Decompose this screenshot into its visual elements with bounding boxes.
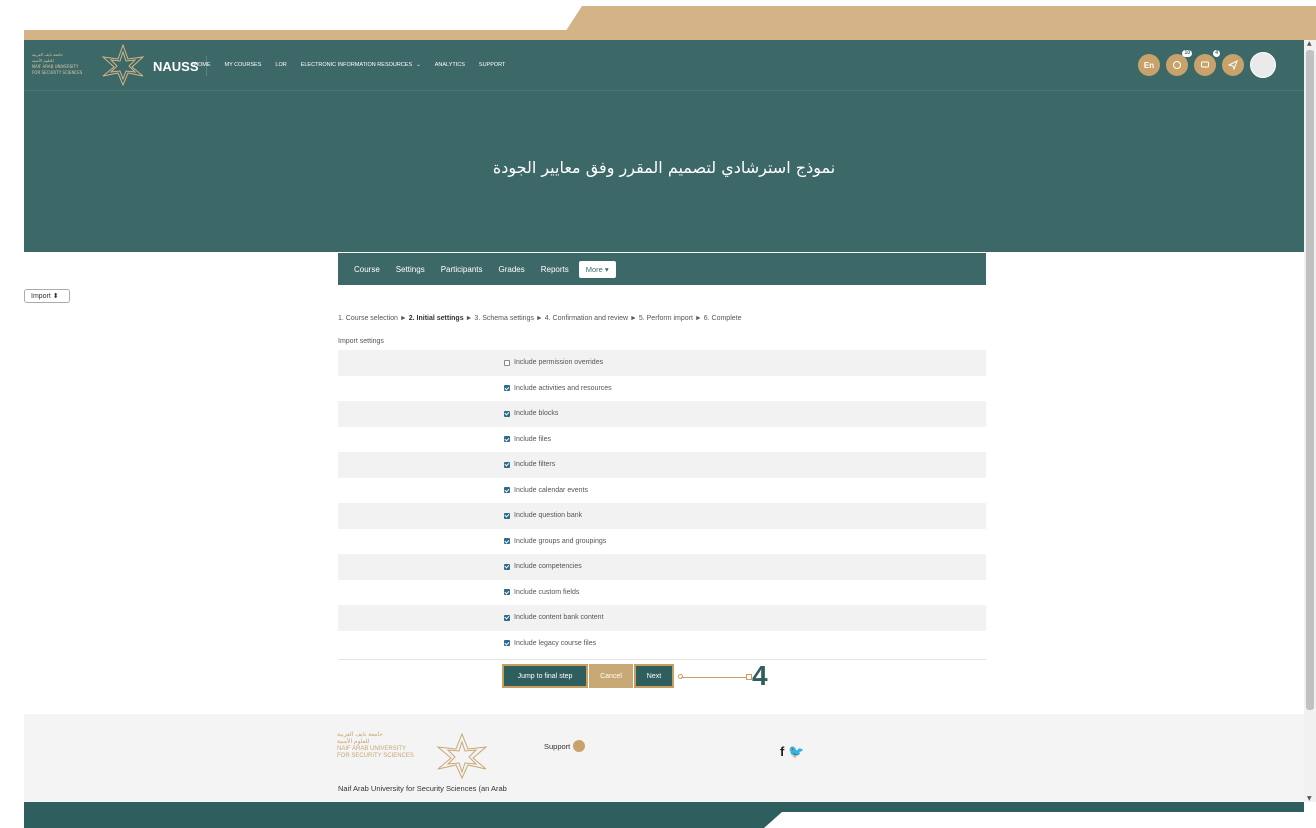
scroll-up-icon[interactable]: ▲ — [1307, 40, 1312, 47]
footer-support-link[interactable]: Support — [544, 740, 586, 752]
setting-checkbox[interactable] — [504, 538, 510, 545]
tab-reports[interactable]: Reports — [541, 265, 569, 274]
nav-electronic-resources[interactable]: ELECTRONIC INFORMATION RESOURCES ⌄ — [301, 62, 421, 68]
footer-university-name: Naif Arab University for Security Scienc… — [338, 784, 507, 793]
footer-logo: جامعة نايف العربية للعلوم الأمنية NAIF A… — [337, 732, 414, 759]
message-badge: 4 — [1213, 50, 1220, 57]
callout-line — [681, 677, 747, 678]
chat-icon[interactable]: 4 — [1194, 50, 1220, 76]
list-item: Include calendar events — [338, 478, 986, 504]
list-item: Include blocks — [338, 401, 986, 427]
navbar: جامعة نايف العربية للعلوم الأمنية NAIF A… — [24, 40, 1304, 91]
setting-checkbox[interactable] — [504, 563, 510, 570]
site-header: جامعة نايف العربية للعلوم الأمنية NAIF A… — [24, 40, 1304, 252]
list-item: Include custom fields — [338, 580, 986, 606]
list-item: Include question bank — [338, 503, 986, 529]
setting-checkbox[interactable] — [504, 589, 510, 596]
scrollbar[interactable]: ▲ ▼ — [1304, 40, 1316, 802]
bell-icon[interactable]: 10 — [1166, 50, 1192, 76]
setting-checkbox[interactable] — [504, 640, 510, 647]
list-item: Include activities and resources — [338, 376, 986, 402]
list-item: Include competencies — [338, 554, 986, 580]
list-item: Include content bank content — [338, 605, 986, 631]
next-button[interactable]: Next — [634, 664, 674, 688]
language-button[interactable]: En — [1138, 54, 1160, 76]
callout-number: 4 — [752, 660, 768, 691]
setting-checkbox[interactable] — [504, 461, 510, 468]
tab-participants[interactable]: Participants — [441, 265, 483, 274]
setting-checkbox[interactable] — [504, 410, 510, 417]
setting-checkbox[interactable] — [504, 487, 510, 494]
scroll-down-icon[interactable]: ▼ — [1307, 795, 1312, 802]
chevron-down-icon: ⌄ — [416, 62, 421, 68]
send-icon[interactable] — [1222, 54, 1244, 76]
setting-checkbox[interactable] — [504, 436, 510, 443]
star-emblem-icon — [436, 732, 488, 780]
tab-course[interactable]: Course — [354, 265, 380, 274]
setting-checkbox[interactable] — [504, 359, 510, 366]
course-nav: Course Settings Participants Grades Repo… — [338, 253, 986, 285]
top-decorative-strip — [0, 0, 1316, 40]
divider — [338, 659, 986, 660]
notification-badge: 10 — [1182, 50, 1192, 57]
avatar[interactable] — [1250, 52, 1276, 78]
list-item: Include filters — [338, 452, 986, 478]
social-links[interactable]: f 🐦 — [780, 744, 804, 760]
university-logo[interactable]: جامعة نايف العربية للعلوم الأمنية NAIF A… — [32, 44, 152, 86]
setting-checkbox[interactable] — [504, 385, 510, 392]
setting-checkbox[interactable] — [504, 614, 510, 621]
bottom-decorative-band — [24, 802, 1304, 828]
import-steps-breadcrumb: 1. Course selection ► 2. Initial setting… — [338, 315, 742, 322]
tab-settings[interactable]: Settings — [396, 265, 425, 274]
nav-home[interactable]: HOME — [194, 62, 211, 68]
star-emblem-icon — [101, 44, 145, 86]
form-actions: Jump to final step Cancel Next — [502, 664, 674, 688]
scrollbar-thumb[interactable] — [1306, 50, 1314, 710]
tab-more[interactable]: More ▾ — [578, 260, 616, 278]
nav-lor[interactable]: LOR — [275, 62, 286, 68]
current-step: 2. Initial settings — [408, 315, 464, 322]
list-item: Include legacy course files — [338, 631, 986, 657]
section-title: Import settings — [338, 338, 384, 345]
page-title: نموذج استرشادي لتصميم المقرر وفق معايير … — [492, 158, 836, 177]
nav-analytics[interactable]: ANALYTICS — [435, 62, 465, 68]
tab-grades[interactable]: Grades — [499, 265, 525, 274]
nav-support[interactable]: SUPPORT — [479, 62, 506, 68]
list-item: Include groups and groupings — [338, 529, 986, 555]
list-item: Include permission overrides — [338, 350, 986, 376]
jump-to-final-step-button[interactable]: Jump to final step — [502, 664, 588, 688]
footer: جامعة نايف العربية للعلوم الأمنية NAIF A… — [24, 714, 1304, 804]
nav-my-courses[interactable]: MY COURSES — [225, 62, 262, 68]
main-nav: HOME MY COURSES LOR ELECTRONIC INFORMATI… — [194, 62, 505, 68]
cancel-button[interactable]: Cancel — [589, 664, 633, 688]
list-item: Include files — [338, 427, 986, 453]
brand-name[interactable]: NAUSS — [153, 59, 199, 74]
setting-checkbox[interactable] — [504, 512, 510, 519]
user-toolbar: En 10 4 — [1138, 50, 1276, 78]
import-action-select[interactable]: Import ⬍ — [24, 289, 70, 303]
import-settings-list: Include permission overrides Include act… — [338, 350, 986, 656]
support-chat-icon — [573, 740, 586, 752]
